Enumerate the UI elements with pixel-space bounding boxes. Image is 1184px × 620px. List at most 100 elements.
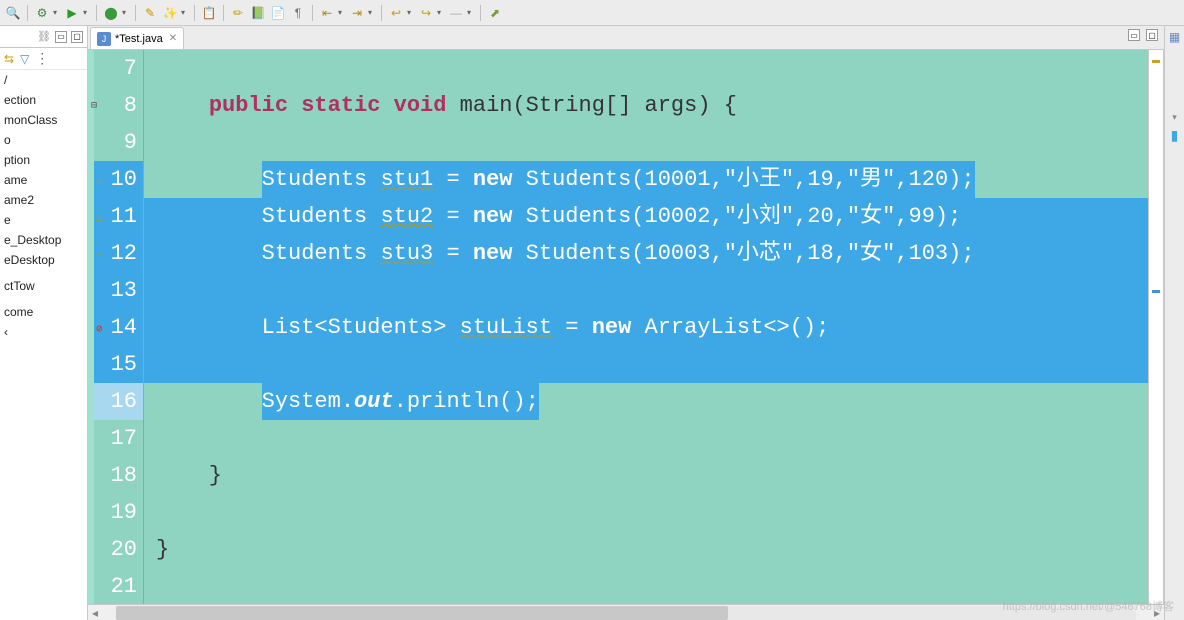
tree-item[interactable]: ame2 — [0, 190, 87, 210]
debug-icon[interactable]: ⚙ — [33, 4, 51, 22]
tree-item[interactable]: ame — [0, 170, 87, 190]
code-line — [144, 494, 1148, 531]
gutter-line[interactable]: ⊟8 — [94, 87, 143, 124]
code-line: } — [144, 457, 1148, 494]
gutter-line[interactable]: 15 — [94, 346, 143, 383]
minimize-icon[interactable]: ▭ — [1128, 29, 1140, 41]
wand-drop[interactable]: ▾ — [181, 8, 189, 17]
close-icon[interactable]: ✕ — [169, 33, 177, 44]
chevron-down-icon[interactable]: ▾ — [1172, 112, 1177, 123]
external-icon[interactable]: ⬈ — [486, 4, 504, 22]
nav-fwd-drop[interactable]: ▾ — [437, 8, 445, 17]
gutter-line[interactable]: 18 — [94, 457, 143, 494]
gutter-line[interactable]: 19 — [94, 494, 143, 531]
pilcrow-icon[interactable]: ¶ — [289, 4, 307, 22]
gutter-line[interactable]: ⚠12 — [94, 235, 143, 272]
tree-item[interactable]: eDesktop — [0, 250, 87, 270]
nav-back-drop[interactable]: ▾ — [407, 8, 415, 17]
outline-icon[interactable]: ▦ — [1169, 30, 1180, 44]
gutter-line[interactable]: 16 — [94, 383, 143, 420]
gutter-line[interactable]: 9 — [94, 124, 143, 161]
search-icon[interactable]: 🔍 — [4, 4, 22, 22]
shift-right-icon[interactable]: ⇥ — [348, 4, 366, 22]
wand-icon[interactable]: ✨ — [161, 4, 179, 22]
code-line: Students stu1 = new Students(10001,"小王",… — [144, 161, 1148, 198]
shift-left-icon[interactable]: ⇤ — [318, 4, 336, 22]
shift-right-drop[interactable]: ▾ — [368, 8, 376, 17]
tree-item[interactable]: e — [0, 210, 87, 230]
tree-item[interactable]: / — [0, 70, 87, 90]
tree-item[interactable]: come — [0, 302, 87, 322]
brush-icon[interactable]: ✎ — [141, 4, 159, 22]
left-toolbar: ⇆ ▽ ⋮ — [0, 48, 87, 70]
scroll-left-icon[interactable]: ◂ — [88, 606, 102, 620]
sep — [96, 5, 97, 21]
paste-icon[interactable]: 📄 — [269, 4, 287, 22]
code-line: Students stu2 = new Students(10002,"小刘",… — [144, 198, 1148, 235]
sep — [194, 5, 195, 21]
menu-icon[interactable]: ⋮ — [35, 50, 49, 67]
maximize-icon[interactable]: ▢ — [71, 31, 83, 43]
tree-item[interactable]: ctTow — [0, 276, 87, 296]
main-row: ⛓ ▭ ▢ ⇆ ▽ ⋮ / ection monClass o ption am… — [0, 26, 1184, 620]
left-header: ⛓ ▭ ▢ — [0, 26, 87, 48]
gutter-line[interactable]: 13 — [94, 272, 143, 309]
task-icon[interactable]: 📋 — [200, 4, 218, 22]
tree-item[interactable]: e_Desktop — [0, 230, 87, 250]
code-line: } — [144, 531, 1148, 568]
ruler-mark — [1152, 60, 1160, 63]
tree-item[interactable]: ection — [0, 90, 87, 110]
fold-icon[interactable]: ⊟ — [91, 100, 97, 112]
tab-test-java[interactable]: J *Test.java ✕ — [90, 27, 184, 49]
tab-controls: ▭ ▢ — [1128, 29, 1158, 41]
collapse-icon[interactable]: ⇆ — [4, 52, 14, 66]
right-trim: ▦ ▾ ▮ — [1164, 26, 1184, 620]
editor: J *Test.java ✕ ▭ ▢ 7 ⊟8 9 ⚠10 ⚠11 ⚠12 13… — [88, 26, 1164, 620]
filter-icon[interactable]: ▽ — [20, 52, 29, 66]
code-line — [144, 50, 1148, 87]
tree-item[interactable]: o — [0, 130, 87, 150]
h-scrollbar[interactable]: ◂ ▸ — [88, 604, 1164, 620]
book-icon[interactable]: 📗 — [249, 4, 267, 22]
run-icon[interactable]: ▶ — [63, 4, 81, 22]
tree-item[interactable]: ption — [0, 150, 87, 170]
nav-fwd-icon[interactable]: ↪ — [417, 4, 435, 22]
tab-label: *Test.java — [115, 33, 163, 45]
tree: / ection monClass o ption ame ame2 e e_D… — [0, 70, 87, 620]
sep — [223, 5, 224, 21]
marker-icon[interactable]: ▮ — [1171, 127, 1179, 144]
gutter-line[interactable]: 17 — [94, 420, 143, 457]
link-icon[interactable]: ⛓ — [37, 30, 51, 43]
new-icon[interactable]: ⬤ — [102, 4, 120, 22]
gutter-line[interactable]: 7 — [94, 50, 143, 87]
scroll-track[interactable] — [116, 606, 1136, 620]
pencil-icon[interactable]: ✏ — [229, 4, 247, 22]
maximize-icon[interactable]: ▢ — [1146, 29, 1158, 41]
code-line: List<Students> stuList = new ArrayList<>… — [144, 309, 1148, 346]
overview-ruler[interactable] — [1148, 50, 1164, 604]
scroll-thumb[interactable] — [116, 606, 728, 620]
minimize-icon[interactable]: ▭ — [55, 31, 67, 43]
gutter-line[interactable]: 20 — [94, 531, 143, 568]
scroll-right-icon[interactable]: ▸ — [1150, 606, 1164, 620]
code-line — [144, 568, 1148, 604]
ruler-mark — [1152, 290, 1160, 293]
shift-left-drop[interactable]: ▾ — [338, 8, 346, 17]
code-body[interactable]: public static void main(String[] args) {… — [144, 50, 1148, 604]
nav-dash-drop[interactable]: ▾ — [467, 8, 475, 17]
warning-icon: ⚠ — [96, 211, 108, 223]
code-line: Students stu3 = new Students(10003,"小芯",… — [144, 235, 1148, 272]
gutter-line[interactable]: 21 — [94, 568, 143, 604]
gutter-line[interactable]: ⊘14 — [94, 309, 143, 346]
tree-item[interactable]: monClass — [0, 110, 87, 130]
debug-drop[interactable]: ▾ — [53, 8, 61, 17]
tab-bar: J *Test.java ✕ ▭ ▢ — [88, 26, 1164, 50]
nav-back-icon[interactable]: ↩ — [387, 4, 405, 22]
gutter-line[interactable]: ⚠10 — [94, 161, 143, 198]
run-drop[interactable]: ▾ — [83, 8, 91, 17]
tree-item[interactable]: ‹ — [0, 322, 87, 342]
code-area[interactable]: 7 ⊟8 9 ⚠10 ⚠11 ⚠12 13 ⊘14 15 16 17 18 19… — [88, 50, 1164, 604]
new-drop[interactable]: ▾ — [122, 8, 130, 17]
gutter-line[interactable]: ⚠11 — [94, 198, 143, 235]
nav-dash-icon[interactable]: — — [447, 4, 465, 22]
